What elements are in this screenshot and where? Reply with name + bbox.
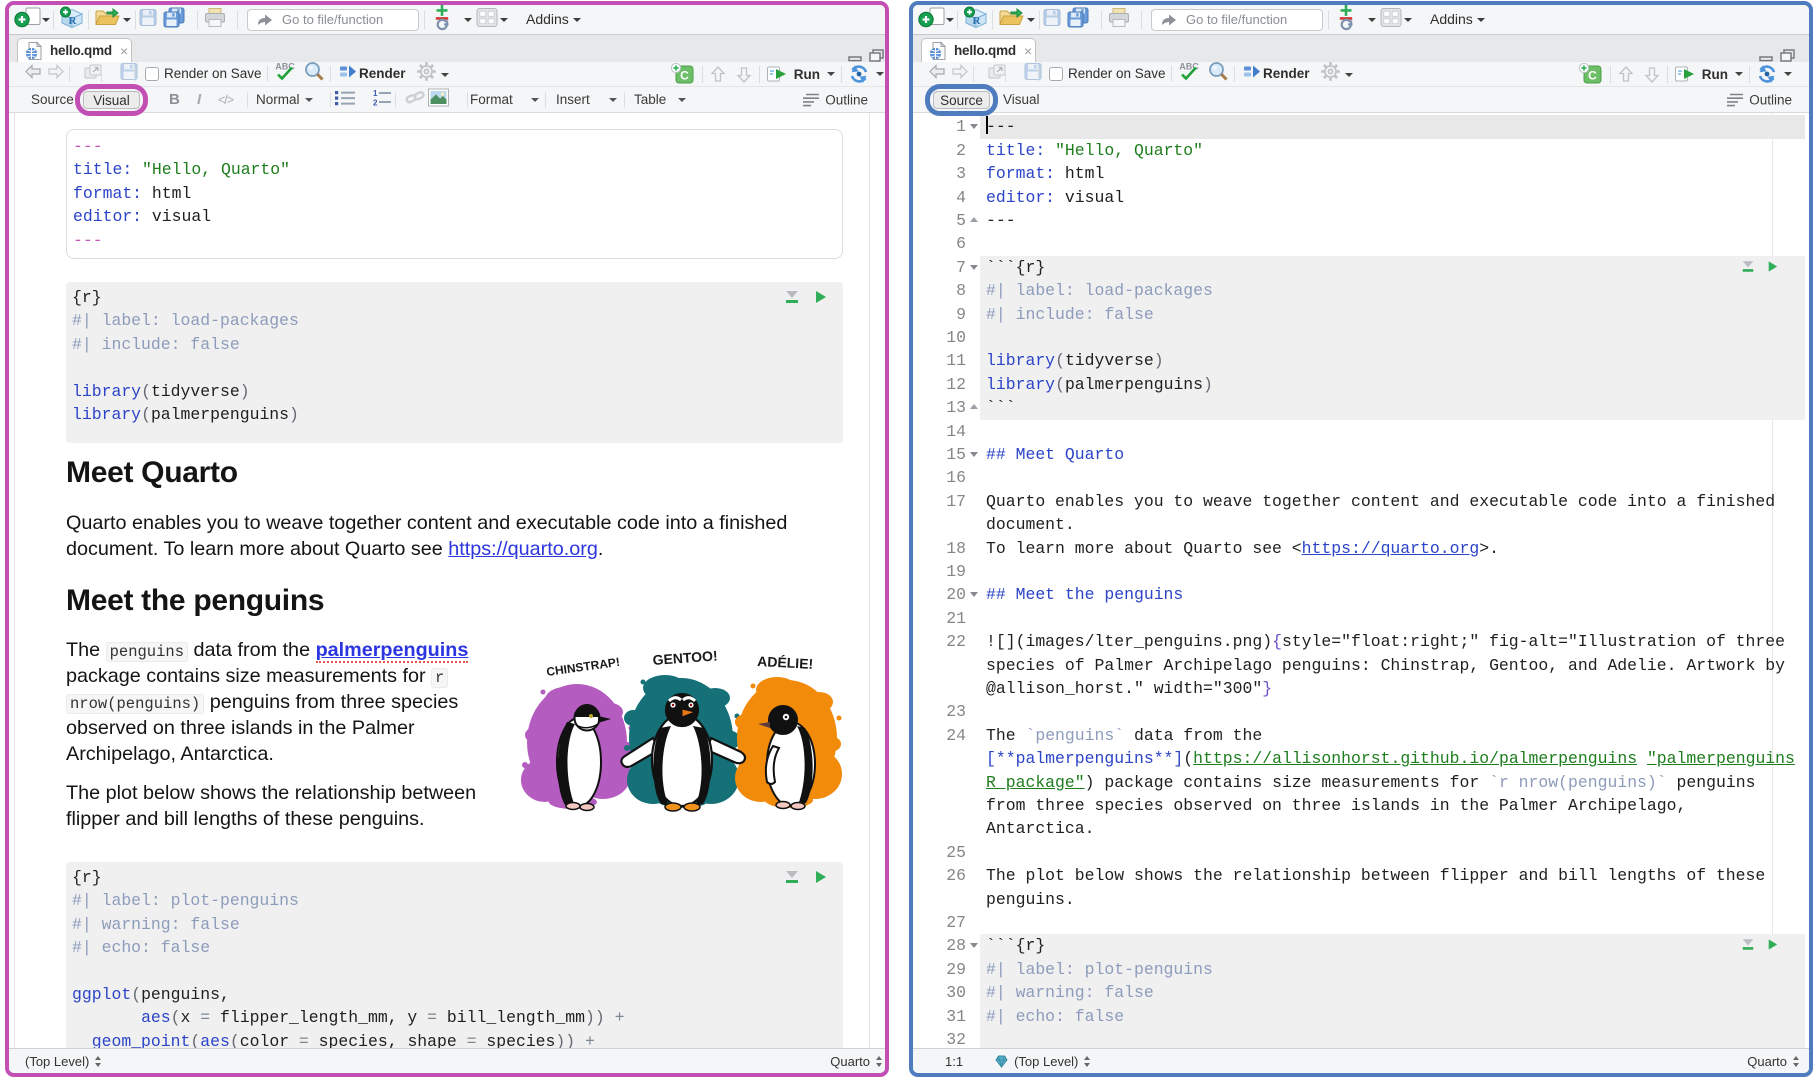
svg-text:GENTOO!: GENTOO!	[652, 647, 718, 668]
svg-text:C: C	[1588, 69, 1597, 83]
svg-text:R: R	[69, 15, 78, 27]
svg-text:1: 1	[373, 89, 378, 98]
svg-text:R: R	[973, 15, 982, 27]
svg-text:ABC: ABC	[275, 62, 295, 72]
svg-text:ADÉLIE!: ADÉLIE!	[757, 653, 814, 672]
svg-text:CHINSTRAP!: CHINSTRAP!	[545, 655, 620, 679]
svg-text:C: C	[680, 69, 689, 83]
svg-text:2: 2	[373, 98, 378, 106]
svg-text:ABC: ABC	[1179, 62, 1199, 72]
